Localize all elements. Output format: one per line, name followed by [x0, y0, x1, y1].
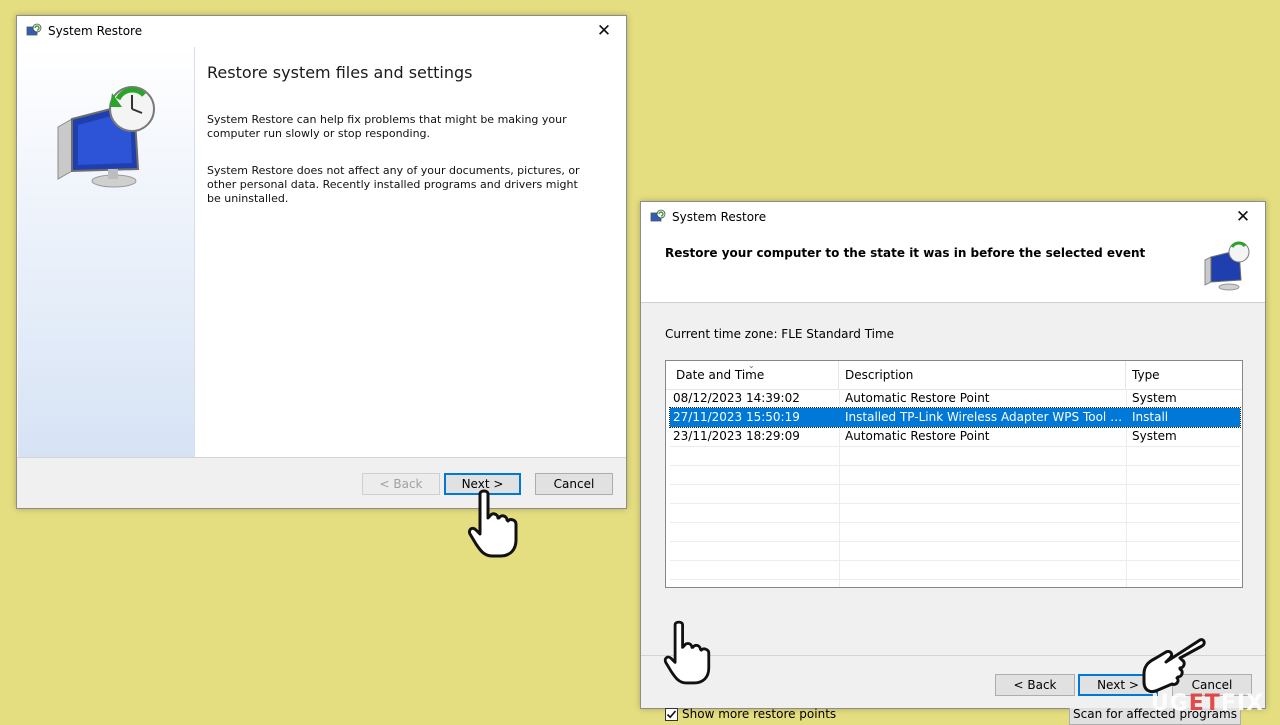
cell-description: Installed TP-Link Wireless Adapter WPS T… — [845, 410, 1126, 424]
cell-date: 08/12/2023 14:39:02 — [673, 391, 800, 405]
window-title: System Restore — [48, 24, 143, 38]
row-divider — [670, 503, 1240, 504]
button-bar: < Back Next > Cancel — [17, 457, 626, 508]
hand-pointer-icon — [663, 620, 711, 685]
column-header-type[interactable]: Type — [1126, 361, 1240, 389]
description-paragraph-1: System Restore can help fix problems tha… — [207, 113, 567, 140]
page-title: Restore system files and settings — [207, 63, 473, 82]
column-header-description[interactable]: Description — [839, 361, 1126, 389]
system-restore-window-intro: System Restore ✕ Restore system files an… — [16, 15, 627, 509]
watermark-part: ET — [1188, 691, 1221, 716]
cell-type: System — [1132, 391, 1177, 405]
cell-date: 27/11/2023 15:50:19 — [673, 410, 800, 424]
cell-description: Automatic Restore Point — [845, 391, 990, 405]
window-title: System Restore — [672, 210, 767, 224]
watermark-part: FIX — [1220, 691, 1264, 716]
list-header: Date and Time ⌄ Description Type — [666, 361, 1242, 390]
system-restore-window-select: System Restore ✕ Restore your computer t… — [640, 201, 1266, 725]
back-button[interactable]: < Back — [995, 674, 1075, 696]
cell-description: Automatic Restore Point — [845, 429, 990, 443]
show-more-label[interactable]: Show more restore points — [682, 707, 836, 721]
row-divider — [670, 484, 1240, 485]
close-button[interactable]: ✕ — [590, 20, 618, 42]
page-title: Restore your computer to the state it wa… — [665, 246, 1146, 260]
row-divider — [670, 560, 1240, 561]
cell-type: Install — [1132, 410, 1169, 424]
timezone-label: Current time zone: FLE Standard Time — [665, 327, 895, 341]
row-divider — [670, 446, 1240, 447]
row-divider — [670, 522, 1240, 523]
restore-points-list[interactable]: Date and Time ⌄ Description Type 08/12/2… — [665, 360, 1243, 588]
table-row-selected[interactable]: 27/11/2023 15:50:19 Installed TP-Link Wi… — [669, 407, 1241, 428]
side-panel — [18, 47, 195, 458]
header-area: Restore your computer to the state it wa… — [641, 232, 1265, 303]
title-bar: System Restore ✕ — [641, 202, 1265, 232]
row-divider — [670, 465, 1240, 466]
sort-arrow-icon: ⌄ — [748, 361, 755, 370]
show-more-checkbox[interactable] — [665, 708, 678, 721]
content-area: Current time zone: FLE Standard Time Dat… — [641, 303, 1265, 725]
restore-monitor-icon — [1204, 241, 1250, 291]
system-restore-icon — [26, 23, 42, 36]
cell-type: System — [1132, 429, 1177, 443]
restore-monitor-icon — [57, 86, 155, 188]
description-paragraph-2: System Restore does not affect any of yo… — [207, 164, 580, 205]
watermark-part: UG — [1150, 691, 1189, 716]
cell-date: 23/11/2023 18:29:09 — [673, 429, 800, 443]
row-divider — [670, 541, 1240, 542]
watermark-logo: UGETFIX — [1151, 691, 1264, 716]
table-row[interactable]: 23/11/2023 18:29:09 Automatic Restore Po… — [670, 427, 1240, 446]
hand-pointer-icon — [1142, 638, 1206, 694]
back-button[interactable]: < Back — [362, 473, 440, 495]
checkmark-icon — [666, 710, 677, 719]
hand-pointer-icon — [468, 489, 518, 558]
close-button[interactable]: ✕ — [1229, 206, 1257, 228]
table-row[interactable]: 08/12/2023 14:39:02 Automatic Restore Po… — [670, 389, 1240, 408]
system-restore-icon — [650, 209, 666, 222]
row-divider — [670, 579, 1240, 580]
title-bar: System Restore ✕ — [17, 16, 626, 46]
cancel-button[interactable]: Cancel — [535, 473, 613, 495]
